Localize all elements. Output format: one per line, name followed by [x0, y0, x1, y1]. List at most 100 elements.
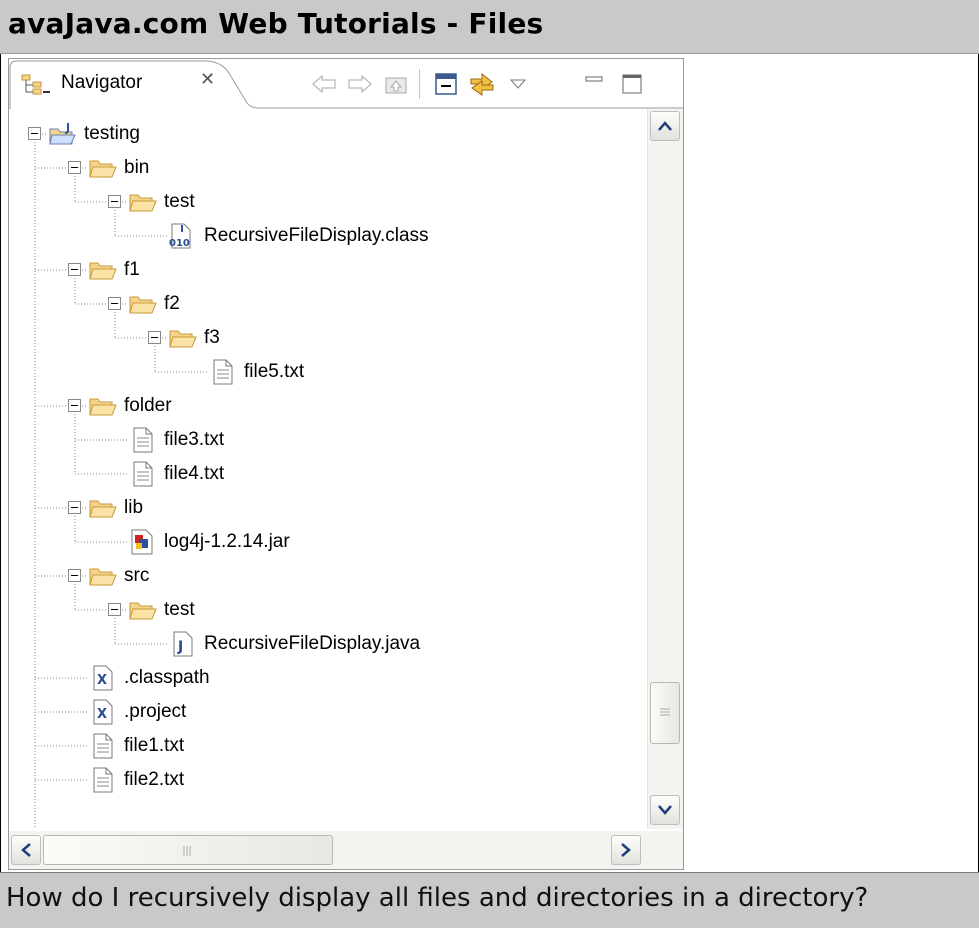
forward-button[interactable] — [343, 67, 377, 101]
tree-expander-toggle[interactable] — [108, 603, 121, 616]
folder-icon — [88, 563, 118, 589]
svg-text:X: X — [97, 707, 107, 722]
forward-arrow-icon — [348, 74, 372, 94]
svg-text:010: 010 — [169, 238, 190, 249]
link-editor-icon — [470, 72, 494, 96]
chevron-down-icon — [658, 805, 672, 815]
navigator-tree: testing bin test 010 RecursiveFileDisplay.cl… — [9, 109, 645, 829]
tree-node-label: f2 — [164, 293, 180, 314]
tree-file-node[interactable]: X .project — [88, 695, 186, 729]
tree-node-label: .classpath — [124, 667, 210, 688]
scroll-up-button[interactable] — [650, 111, 680, 141]
tree-folder-node[interactable]: lib — [88, 491, 143, 525]
scroll-left-button[interactable] — [11, 835, 41, 865]
link-with-editor-button[interactable] — [465, 67, 499, 101]
tree-folder-node[interactable]: src — [88, 559, 149, 593]
xml-file-icon: X — [88, 699, 118, 725]
tree-file-node[interactable]: 010 RecursiveFileDisplay.class — [168, 219, 429, 253]
tree-folder-node[interactable]: bin — [88, 151, 149, 185]
text-file-icon — [88, 733, 118, 759]
folder-icon — [128, 597, 158, 623]
tree-folder-node[interactable]: f2 — [128, 287, 180, 321]
up-folder-icon — [385, 77, 407, 94]
tree-expander-toggle[interactable] — [108, 297, 121, 310]
tree-expander-toggle[interactable] — [148, 331, 161, 344]
window-title: avaJava.com Web Tutorials - Files — [8, 7, 544, 40]
tree-node-label: bin — [124, 157, 150, 178]
tree-expander-toggle[interactable] — [68, 263, 81, 276]
tree-file-node[interactable]: file4.txt — [128, 457, 224, 491]
tree-file-node[interactable]: file5.txt — [208, 355, 304, 389]
tree-node-label: test — [164, 599, 195, 620]
svg-text:J: J — [177, 639, 183, 655]
view-menu-button[interactable] — [507, 67, 529, 101]
collapse-all-icon — [435, 73, 457, 95]
tree-file-node[interactable]: file1.txt — [88, 729, 184, 763]
tree-expander-toggle[interactable] — [68, 501, 81, 514]
tree-file-node[interactable]: X .classpath — [88, 661, 210, 695]
text-file-icon — [128, 461, 158, 487]
back-button[interactable] — [307, 67, 341, 101]
tab-navigator-label: Navigator — [61, 72, 143, 93]
folder-icon — [128, 291, 158, 317]
folder-icon — [88, 155, 118, 181]
tree-folder-node[interactable]: test — [128, 593, 195, 627]
tree-file-node[interactable]: file3.txt — [128, 423, 224, 457]
footer-caption: How do I recursively display all files a… — [6, 883, 869, 913]
tree-folder-node[interactable]: testing — [48, 117, 140, 151]
xml-file-icon: X — [88, 665, 118, 691]
jar-file-icon — [128, 529, 158, 555]
toolbar-separator — [419, 69, 420, 99]
tree-folder-node[interactable]: f3 — [168, 321, 220, 355]
folder-icon — [128, 189, 158, 215]
tree-node-label: .project — [124, 701, 187, 722]
collapse-all-button[interactable] — [429, 67, 463, 101]
title-bar: avaJava.com Web Tutorials - Files — [0, 0, 979, 54]
tree-expander-toggle[interactable] — [108, 195, 121, 208]
tree-file-node[interactable]: log4j-1.2.14.jar — [128, 525, 290, 559]
grip-icon — [183, 846, 191, 856]
up-button[interactable] — [379, 67, 413, 101]
tree-node-label: lib — [124, 497, 144, 518]
horizontal-scrollbar[interactable] — [9, 831, 683, 869]
tree-expander-toggle[interactable] — [68, 569, 81, 582]
dropdown-triangle-icon — [510, 79, 526, 89]
scroll-down-button[interactable] — [650, 795, 680, 825]
tab-navigator[interactable]: Navigator ✕ — [9, 59, 239, 109]
tree-node-label: log4j-1.2.14.jar — [164, 531, 290, 552]
tree-expander-toggle[interactable] — [68, 399, 81, 412]
tree-expander-toggle[interactable] — [68, 161, 81, 174]
horizontal-scroll-thumb[interactable] — [43, 835, 333, 865]
tree-folder-node[interactable]: folder — [88, 389, 172, 423]
folder-icon — [88, 495, 118, 521]
tree-expander-toggle[interactable] — [28, 127, 41, 140]
tree-node-label: RecursiveFileDisplay.class — [204, 225, 429, 246]
tree-node-label: file3.txt — [164, 429, 225, 450]
navigator-view: Navigator ✕ testing bin test 010 Recursi… — [8, 58, 684, 870]
chevron-right-icon — [621, 843, 631, 857]
tree-folder-node[interactable]: f1 — [88, 253, 140, 287]
minimize-button[interactable] — [581, 67, 607, 101]
tree-node-label: file5.txt — [244, 361, 305, 382]
grip-icon — [660, 708, 670, 716]
minimize-icon — [585, 76, 603, 82]
tree-file-node[interactable]: file2.txt — [88, 763, 184, 797]
maximize-button[interactable] — [619, 67, 645, 101]
tree-node-label: f1 — [124, 259, 140, 280]
tree-file-node[interactable]: J RecursiveFileDisplay.java — [168, 627, 420, 661]
tree-node-label: file1.txt — [124, 735, 185, 756]
tree-node-label: f3 — [204, 327, 220, 348]
tree-folder-node[interactable]: test — [128, 185, 195, 219]
tree-node-label: RecursiveFileDisplay.java — [204, 633, 421, 654]
footer-bar: How do I recursively display all files a… — [0, 872, 979, 928]
text-file-icon — [208, 359, 238, 385]
vertical-scroll-thumb[interactable] — [650, 682, 680, 745]
maximize-icon — [622, 74, 642, 94]
svg-text:X: X — [97, 673, 107, 688]
scroll-right-button[interactable] — [611, 835, 641, 865]
text-file-icon — [88, 767, 118, 793]
chevron-left-icon — [21, 843, 31, 857]
close-x-icon[interactable]: ✕ — [200, 69, 215, 90]
project-icon — [48, 121, 78, 147]
vertical-scrollbar[interactable] — [647, 109, 683, 829]
